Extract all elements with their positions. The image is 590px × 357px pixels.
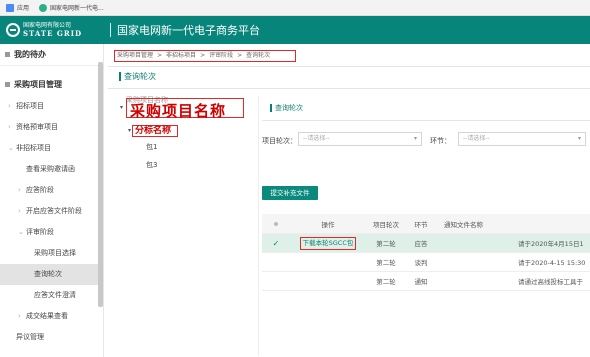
round-label: 项目轮次： [262,137,297,145]
sidebar-item-query-round[interactable]: 查询轮次 [0,264,103,285]
sidebar-item-open-doc[interactable]: › 开启应答文件阶段 [0,201,103,222]
sidebar-item-result[interactable]: › 成交结果查看 [0,306,103,327]
sidebar-item-view-invite[interactable]: 查看采购邀请函 [0,159,103,180]
table-row[interactable]: ✓ 下载本轮SGCC包 第二轮 应答 请于2020年4月15日1 [262,234,590,253]
page-title: 查询轮次 [119,72,156,81]
site-favicon-icon [39,3,48,12]
caret-down-icon: ▾ [120,104,124,111]
table-row[interactable]: 第二轮 谈判 请于2020-4-15 15:30 [262,253,590,272]
rounds-table: 操作 项目轮次 环节 通知文件名称 ✓ 下载本轮SGCC包 第二轮 应答 请于2… [262,214,590,291]
logo-mark-icon [6,23,20,37]
table-header: 操作 项目轮次 环节 通知文件名称 [262,214,590,234]
state-grid-logo[interactable]: 国家电网有限公司 STATE GRID [6,22,104,38]
company-name-en: STATE GRID [23,29,83,38]
sidebar-scrollbar[interactable] [98,62,103,307]
chevron-right-icon: › [18,207,21,215]
chevron-right-icon: › [18,186,21,194]
breadcrumb-item[interactable]: 采购项目管理 [117,52,153,59]
tree-package-label[interactable]: 分标名称 [132,125,178,137]
sidebar: 我的待办 采购项目管理 › 招标项目 › 资格预审项目 ⌄ 非招标项目 查看采购邀请函… [0,44,104,357]
chevron-down-icon: ▾ [577,135,581,142]
chevron-right-icon: › [8,123,11,131]
tree-leaf-package-1[interactable]: 包1 [146,142,157,152]
breadcrumb: 采购项目管理 > 非招标项目 > 评审阶段 > 查询轮次 [114,50,296,62]
tree-leaf-package-3[interactable]: 包3 [146,160,157,170]
panel-title: 查询轮次 [270,104,303,112]
checkmark-icon[interactable]: ✓ [273,239,280,248]
submit-supplement-button[interactable]: 提交补充文件 [262,186,318,200]
apps-icon [6,3,14,12]
top-header: 国家电网有限公司 STATE GRID 国家电网新一代电子商务平台 [0,16,590,44]
bookmark-apps[interactable]: 应用 [6,3,29,12]
menu-icon [5,82,10,87]
caret-down-icon: ▾ [128,127,132,134]
header-divider [110,23,111,37]
sidebar-item-todo[interactable]: 我的待办 [0,44,103,66]
download-sgcc-link[interactable]: 下载本轮SGCC包 [299,236,357,250]
platform-title: 国家电网新一代电子商务平台 [117,24,260,37]
select-all-dot-icon[interactable] [274,221,278,226]
sidebar-item-prequal[interactable]: › 资格预审项目 [0,117,103,138]
bookmark-site[interactable]: 国家电网新一代电... [39,3,104,12]
breadcrumb-item[interactable]: 评审阶段 [209,52,233,59]
sidebar-item-project-mgmt[interactable]: 采购项目管理 [0,74,103,96]
step-label: 环节： [430,137,451,145]
breadcrumb-item[interactable]: 非招标项目 [166,52,196,59]
sidebar-item-proc-select[interactable]: 采购项目选择 [0,243,103,264]
sidebar-item-nonbid[interactable]: ⌄ 非招标项目 [0,138,103,159]
chevron-down-icon: ⌄ [18,228,24,236]
chevron-down-icon: ▾ [413,135,417,142]
step-select[interactable]: --请选择-- ▾ [458,132,586,146]
chevron-right-icon: › [8,102,11,110]
chevron-down-icon: ⌄ [8,144,14,152]
sidebar-item-review[interactable]: ⌄ 评审阶段 [0,222,103,243]
table-row[interactable]: 第二轮 通知 请通过高线投标工具于 [262,272,590,291]
sidebar-item-response[interactable]: › 应答阶段 [0,180,103,201]
tree-root-label[interactable]: 采购项目名称 [130,100,226,121]
sidebar-item-dispute[interactable]: 异议管理 [0,327,103,348]
chevron-right-icon: › [18,312,21,320]
breadcrumb-current: 查询轮次 [246,52,271,59]
sidebar-item-clarify[interactable]: 应答文件澄清 [0,285,103,306]
menu-icon [5,52,10,57]
bookmarks-bar: 应用 国家电网新一代电... [0,0,590,16]
round-select[interactable]: --请选择-- ▾ [298,132,422,146]
sidebar-item-bidding[interactable]: › 招标项目 [0,96,103,117]
